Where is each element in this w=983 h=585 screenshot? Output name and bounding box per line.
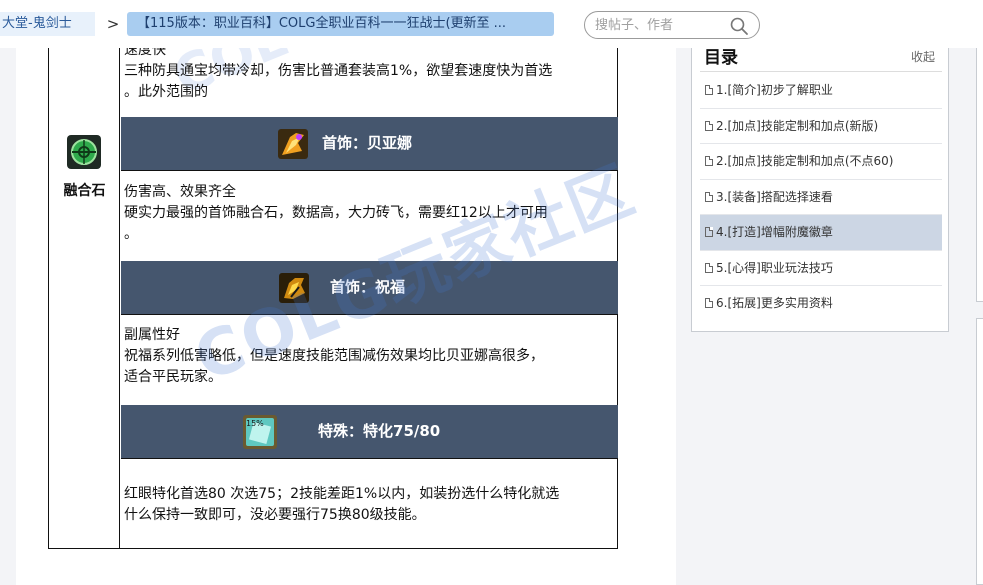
document-icon: [705, 156, 713, 166]
category-label: 融合石: [63, 183, 106, 199]
equipment-table: 融合石 速度快 三种防具通宝均带冷却，伤害比普通套装高1%，欲望套速度快为首选 …: [48, 0, 618, 549]
search-box[interactable]: [584, 11, 760, 39]
row-header-label: 特殊：特化75/80: [318, 422, 441, 440]
toc-item[interactable]: 3.[装备]搭配选择速看: [700, 180, 942, 215]
divider: [121, 314, 618, 315]
toc-item-label: 1.[简介]初步了解职业: [716, 83, 833, 97]
toc-item-label: 5.[心得]职业玩法技巧: [716, 260, 833, 275]
toc-item-label: 4.[打造]增幅附魔徽章: [716, 225, 833, 239]
special-card-icon: 15%: [243, 415, 277, 449]
toc-item[interactable]: 1.[简介]初步了解职业: [700, 73, 942, 109]
toc-item[interactable]: 2.[加点]技能定制和加点(不点60): [700, 144, 942, 180]
document-icon: [705, 262, 713, 273]
necklace-icon: [278, 129, 308, 159]
toc-item[interactable]: 2.[加点]技能定制和加点(新版): [700, 109, 942, 144]
row-text: 红眼特化首选80 次选75；2技能差距1%以内，如装扮选什么特化就选 什么保持一…: [124, 486, 560, 523]
document-icon: [705, 298, 713, 308]
special-card-icon-text: 15%: [246, 419, 264, 428]
row-text-cell: 副属性好 祝福系列低害略低，但是速度技能范围减伤效果均比贝亚娜高很多， 适合平民…: [121, 325, 618, 388]
toc-collapse-button[interactable]: 收起: [911, 48, 935, 65]
row-header-blessing: 首饰：祝福: [121, 261, 618, 314]
search-icon[interactable]: [729, 16, 749, 36]
toc-item-label: 3.[装备]搭配选择速看: [716, 189, 833, 204]
toc-item[interactable]: 6.[拓展]更多实用资料: [700, 286, 942, 322]
document-icon: [705, 85, 713, 95]
blessing-icon: [279, 273, 309, 303]
toc-item-label: 2.[加点]技能定制和加点(新版): [716, 118, 879, 133]
divider: [121, 458, 618, 459]
top-bar: 大堂-鬼剑士 > 【115版本：职业百科】COLG全职业百科一一狂战士(更新至 …: [0, 0, 983, 48]
breadcrumb-separator: >: [106, 15, 120, 33]
document-icon: [705, 227, 713, 237]
toc-item[interactable]: 5.[心得]职业玩法技巧: [700, 251, 942, 286]
toc-list: 1.[简介]初步了解职业 2.[加点]技能定制和加点(新版) 2.[加点]技能定…: [700, 73, 942, 322]
side-panel-edge: [976, 318, 983, 585]
row-header-label: 首饰：贝亚娜: [322, 134, 413, 152]
search-input[interactable]: [595, 15, 725, 35]
divider: [121, 170, 618, 171]
category-column: 融合石: [49, 0, 120, 548]
toc-item-label: 2.[加点]技能定制和加点(不点60): [716, 154, 894, 168]
row-text: 副属性好 祝福系列低害略低，但是速度技能范围减伤效果均比贝亚娜高很多， 适合平民…: [124, 327, 544, 385]
content-panel: COLG 融合石 速度快 三种防具通宝均带冷却，伤害比普通套装高1%，欲望套速度…: [16, 0, 676, 585]
gem-icon: [67, 135, 101, 169]
table-of-contents: 目录 收起 1.[简介]初步了解职业 2.[加点]技能定制和加点(新版) 2.[…: [691, 36, 949, 332]
intro-text-cell: 速度快 三种防具通宝均带冷却，伤害比普通套装高1%，欲望套速度快为首选 。此外范…: [121, 40, 618, 103]
intro-text: 速度快 三种防具通宝均带冷却，伤害比普通套装高1%，欲望套速度快为首选 。此外范…: [124, 42, 553, 100]
document-icon: [705, 120, 713, 131]
document-icon: [705, 191, 713, 202]
toc-item-label: 6.[拓展]更多实用资料: [716, 296, 833, 310]
row-text-cell: 红眼特化首选80 次选75；2技能差距1%以内，如装扮选什么特化就选 什么保持一…: [121, 484, 618, 526]
breadcrumb-home[interactable]: 大堂-鬼剑士: [0, 12, 95, 36]
side-panel-edge: [976, 40, 983, 302]
row-text-cell: 伤害高、效果齐全 硬实力最强的首饰融合石，数据高，大力砖飞，需要红12以上才可用…: [121, 182, 618, 245]
row-header-special: 15% 特殊：特化75/80: [121, 405, 618, 458]
row-header-label: 首饰：祝福: [330, 278, 406, 296]
row-header-beiyana: 首饰：贝亚娜: [121, 117, 618, 170]
row-text: 伤害高、效果齐全 硬实力最强的首饰融合石，数据高，大力砖飞，需要红12以上才可用…: [124, 184, 548, 242]
divider: [700, 71, 942, 72]
breadcrumb-current-thread[interactable]: 【115版本：职业百科】COLG全职业百科一一狂战士(更新至 ...: [127, 12, 554, 36]
toc-item-active[interactable]: 4.[打造]增幅附魔徽章: [700, 215, 942, 251]
